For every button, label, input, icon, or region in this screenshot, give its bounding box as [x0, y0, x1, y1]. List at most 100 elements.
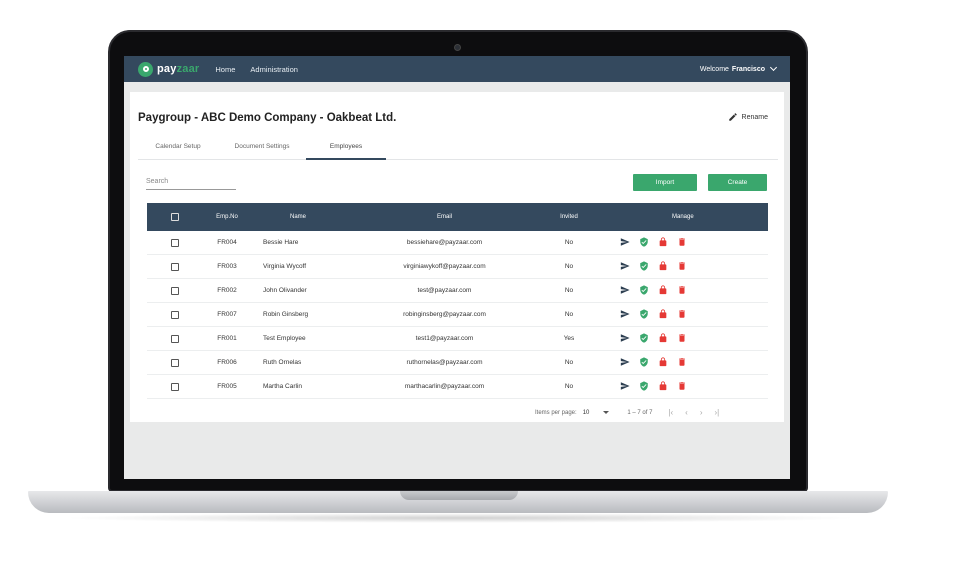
cell-invited: No: [564, 383, 574, 390]
tab-employees[interactable]: Employees: [306, 138, 386, 160]
screen: payzaar Home Administration Welcome Fran…: [124, 56, 790, 479]
shield-check-icon[interactable]: [639, 308, 649, 321]
chevron-down-icon: [769, 63, 778, 72]
col-name[interactable]: Name: [252, 214, 367, 220]
table-row[interactable]: FR002 John Olivander test@payzaar.com No: [147, 279, 768, 303]
trash-icon[interactable]: [677, 309, 687, 321]
content-card: Paygroup - ABC Demo Company - Oakbeat Lt…: [130, 92, 784, 422]
trash-icon[interactable]: [677, 237, 687, 249]
cell-name: John Olivander: [263, 287, 307, 294]
shield-check-icon[interactable]: [639, 380, 649, 393]
import-button[interactable]: Import: [633, 174, 697, 191]
table-row[interactable]: FR005 Martha Carlin marthacarlin@payzaar.c…: [147, 375, 768, 399]
cell-email: test@payzaar.com: [417, 287, 472, 294]
row-checkbox[interactable]: [170, 262, 179, 271]
search-input[interactable]: Search: [146, 176, 236, 190]
prev-page-icon[interactable]: ‹: [685, 408, 688, 417]
col-email[interactable]: Email: [367, 214, 522, 220]
lock-icon[interactable]: [658, 236, 668, 249]
cell-emp-no: FR005: [217, 383, 237, 390]
shield-check-icon[interactable]: [639, 332, 649, 345]
shield-check-icon[interactable]: [639, 284, 649, 297]
caret-down-icon[interactable]: [603, 411, 610, 414]
trash-icon[interactable]: [677, 261, 687, 273]
cell-email: ruthornelas@payzaar.com: [406, 359, 483, 366]
first-page-icon[interactable]: |‹: [668, 408, 673, 417]
lock-icon[interactable]: [658, 308, 668, 321]
cell-invited: No: [564, 287, 574, 294]
table-body: FR004 Bessie Hare bessiehare@payzaar.com No…: [147, 231, 768, 399]
send-icon[interactable]: [620, 237, 630, 249]
send-icon[interactable]: [620, 357, 630, 369]
next-page-icon[interactable]: ›: [700, 408, 703, 417]
cell-email: robinginsberg@payzaar.com: [403, 311, 486, 318]
pencil-icon: [728, 113, 737, 121]
table-row[interactable]: FR006 Ruth Ornelas ruthornelas@payzaar.com…: [147, 351, 768, 375]
user-name: Francisco: [731, 65, 765, 73]
cell-name: Bessie Hare: [263, 239, 299, 246]
cell-emp-no: FR003: [217, 263, 237, 270]
row-checkbox[interactable]: [170, 286, 179, 295]
nav-administration[interactable]: Administration: [250, 65, 298, 74]
laptop-notch: [400, 491, 518, 500]
table-row[interactable]: FR007 Robin Ginsberg robinginsberg@payzaar…: [147, 303, 768, 327]
row-checkbox[interactable]: [170, 382, 179, 391]
cell-manage: [616, 308, 756, 321]
rename-label: Rename: [741, 113, 768, 121]
cell-manage: [616, 356, 756, 369]
cell-emp-no: FR002: [217, 287, 237, 294]
col-manage: Manage: [672, 214, 694, 220]
row-checkbox[interactable]: [170, 310, 179, 319]
send-icon[interactable]: [620, 333, 630, 345]
user-menu[interactable]: Welcome Francisco: [700, 63, 778, 73]
row-checkbox[interactable]: [170, 334, 179, 343]
items-per-page-select[interactable]: 10: [583, 410, 590, 416]
items-per-page-label: Items per page:: [535, 409, 577, 416]
lock-icon[interactable]: [658, 332, 668, 345]
col-emp-no[interactable]: Emp.No: [202, 214, 252, 220]
send-icon[interactable]: [620, 381, 630, 393]
page-title: Paygroup - ABC Demo Company - Oakbeat Lt…: [138, 112, 397, 124]
trash-icon[interactable]: [677, 381, 687, 393]
tab-calendar-setup[interactable]: Calendar Setup: [138, 138, 218, 160]
cell-emp-no: FR004: [217, 239, 237, 246]
table-row[interactable]: FR001 Test Employee test1@payzaar.com Yes: [147, 327, 768, 351]
cell-invited: No: [564, 263, 574, 270]
lock-icon[interactable]: [658, 380, 668, 393]
table-row[interactable]: FR004 Bessie Hare bessiehare@payzaar.com No: [147, 231, 768, 255]
logo-text-zaar: zaar: [176, 63, 200, 75]
trash-icon[interactable]: [677, 357, 687, 369]
rename-button[interactable]: Rename: [728, 112, 768, 122]
col-invited[interactable]: Invited: [522, 214, 616, 220]
trash-icon[interactable]: [677, 285, 687, 297]
cell-email: test1@payzaar.com: [415, 335, 474, 342]
camera: [454, 44, 461, 51]
select-all-checkbox[interactable]: [170, 213, 179, 221]
trash-icon[interactable]: [677, 333, 687, 345]
shield-check-icon[interactable]: [639, 260, 649, 273]
cell-invited: Yes: [563, 335, 575, 342]
cell-email: marthacarlin@payzaar.com: [404, 383, 485, 390]
create-button[interactable]: Create: [708, 174, 767, 191]
send-icon[interactable]: [620, 285, 630, 297]
shield-check-icon[interactable]: [639, 236, 649, 249]
table-row[interactable]: FR003 Virginia Wycoff virginiawykoff@payza…: [147, 255, 768, 279]
cell-emp-no: FR001: [217, 335, 237, 342]
logo-icon: [138, 61, 153, 77]
cell-email: bessiehare@payzaar.com: [406, 239, 483, 246]
lock-icon[interactable]: [658, 260, 668, 273]
nav-home[interactable]: Home: [215, 65, 235, 74]
send-icon[interactable]: [620, 261, 630, 273]
logo[interactable]: payzaar: [138, 61, 200, 77]
shield-check-icon[interactable]: [639, 356, 649, 369]
cell-manage: [616, 236, 756, 249]
tab-document-settings[interactable]: Document Settings: [222, 138, 302, 160]
row-checkbox[interactable]: [170, 238, 179, 247]
lock-icon[interactable]: [658, 284, 668, 297]
lock-icon[interactable]: [658, 356, 668, 369]
last-page-icon[interactable]: ›|: [715, 408, 720, 417]
row-checkbox[interactable]: [170, 358, 179, 367]
send-icon[interactable]: [620, 309, 630, 321]
tab-bar: Calendar Setup Document Settings Employe…: [138, 138, 778, 160]
top-navbar: payzaar Home Administration Welcome Fran…: [124, 56, 790, 82]
